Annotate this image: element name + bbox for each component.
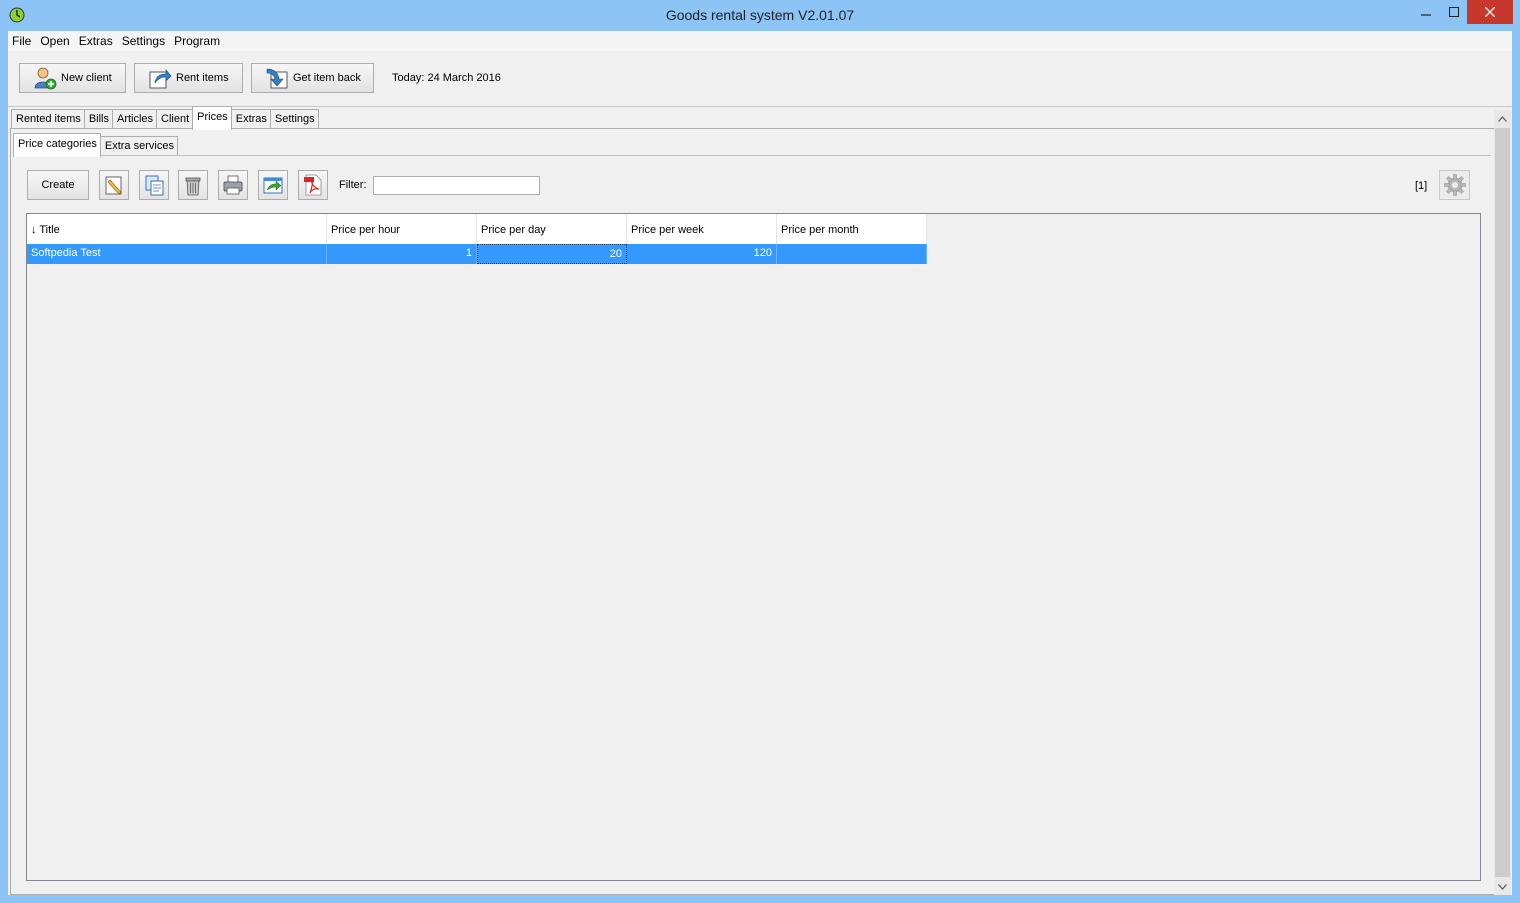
filter-label: Filter: [339,179,367,191]
tab-extra-services[interactable]: Extra services [99,136,178,156]
tab-client[interactable]: Client [156,109,194,129]
menu-settings[interactable]: Settings [118,34,170,48]
scroll-thumb[interactable] [1495,128,1510,877]
column-header-price-per-hour[interactable]: Price per hour [327,214,477,244]
cell-price-per-month[interactable] [777,244,927,264]
menu-bar: File Open Extras Settings Program [8,31,1512,52]
new-client-label: New client [61,72,112,84]
menu-program[interactable]: Program [170,34,225,48]
tab-bills[interactable]: Bills [83,109,113,129]
copy-icon [145,175,164,196]
window-client-area: File Open Extras Settings Program New cl… [8,31,1512,895]
today-date: Today: 24 March 2016 [392,72,501,84]
main-toolbar: New client Rent items Get item back Toda… [8,51,1512,107]
menu-file[interactable]: File [8,34,36,48]
minimize-icon [1421,14,1431,16]
rent-items-label: Rent items [176,72,229,84]
tab-price-categories[interactable]: Price categories [13,133,101,157]
vertical-scrollbar[interactable] [1494,110,1511,895]
print-button[interactable] [218,170,248,200]
table-row[interactable]: Softpedia Test 1 20 120 [27,244,927,264]
column-header-price-per-day[interactable]: Price per day [477,214,627,244]
delete-button[interactable] [178,170,208,200]
rent-items-button[interactable]: Rent items [134,63,243,93]
rent-out-icon [149,69,172,89]
scroll-down-button[interactable] [1494,878,1511,895]
cell-price-per-hour[interactable]: 1 [327,244,477,264]
column-header-price-per-month[interactable]: Price per month [777,214,927,244]
scroll-up-button[interactable] [1494,110,1511,127]
edit-icon [105,176,122,195]
main-tab-strip: Rented items Bills Articles Client Price… [11,106,319,130]
menu-extras[interactable]: Extras [75,34,118,48]
filter-input[interactable] [373,176,540,195]
window-title: Goods rental system V2.01.07 [665,7,855,23]
create-button[interactable]: Create [27,170,89,200]
column-header-title[interactable]: ↓ Title [27,214,327,244]
get-item-back-button[interactable]: Get item back [251,63,374,93]
edit-button[interactable] [99,170,129,200]
sub-tab-strip: Price categories Extra services [13,133,178,157]
tab-rented-items[interactable]: Rented items [11,109,85,129]
table-header: ↓ Title Price per hour Price per day Pri… [27,214,927,244]
prices-tab-panel: Price categories Extra services Create F… [10,128,1496,895]
new-client-button[interactable]: New client [19,63,126,93]
column-header-price-per-week[interactable]: Price per week [627,214,777,244]
record-count: [1] [1415,180,1428,192]
export-icon [263,177,283,194]
get-item-back-label: Get item back [293,72,361,84]
add-user-icon [34,67,57,90]
close-button[interactable] [1467,0,1513,24]
export-button[interactable] [258,170,288,200]
title-bar: Goods rental system V2.01.07 [0,0,1520,31]
print-icon [223,175,243,195]
delete-icon [185,177,201,196]
gear-icon [1443,174,1466,196]
chevron-up-icon [1498,115,1507,122]
close-icon [1485,7,1495,17]
pdf-button[interactable] [298,170,328,200]
cell-title[interactable]: Softpedia Test [27,244,327,264]
price-categories-table: ↓ Title Price per hour Price per day Pri… [26,213,1481,881]
tab-articles[interactable]: Articles [111,109,158,129]
cell-price-per-week[interactable]: 120 [627,244,777,264]
tab-prices[interactable]: Prices [192,106,232,130]
tab-extras[interactable]: Extras [230,109,271,129]
maximize-icon [1448,7,1459,17]
menu-open[interactable]: Open [36,34,74,48]
settings-gear-button[interactable] [1439,170,1470,200]
minimize-button[interactable] [1412,0,1440,24]
cell-price-per-day[interactable]: 20 [477,244,627,264]
return-icon [266,68,288,89]
maximize-button[interactable] [1440,0,1467,24]
copy-button[interactable] [139,170,169,200]
price-categories-panel: Create Filter: [1] ↓ Title Price per hou… [13,155,1491,893]
tab-settings[interactable]: Settings [269,109,319,129]
pdf-icon [304,174,322,196]
chevron-down-icon [1498,883,1507,890]
